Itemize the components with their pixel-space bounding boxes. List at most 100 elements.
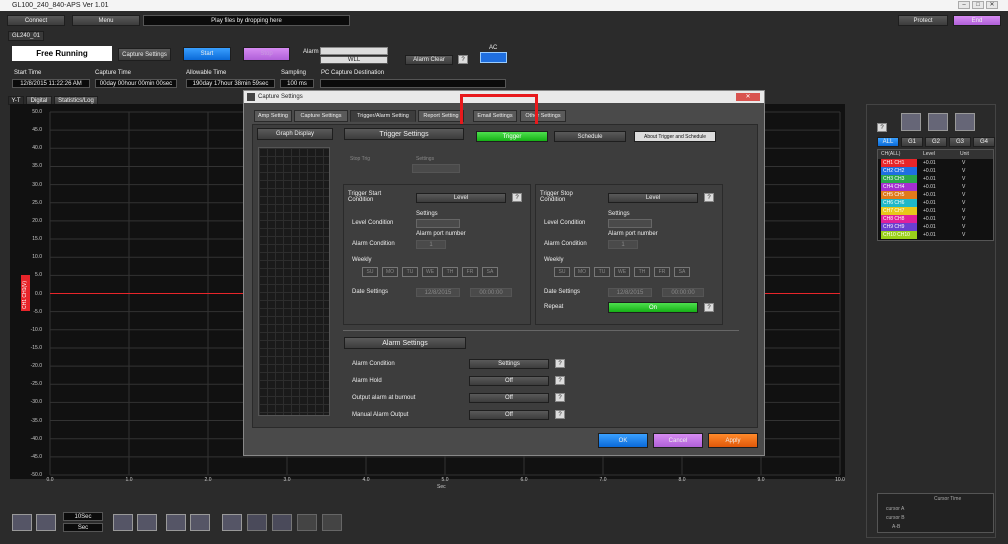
group-view1-icon[interactable] [901, 113, 921, 131]
ok-button[interactable]: OK [598, 433, 648, 448]
start-day-mo[interactable]: MO [382, 267, 398, 277]
cursor-b-icon[interactable] [272, 514, 292, 531]
channel-row[interactable]: CH1 CH1 +0.01 V [878, 159, 993, 167]
stop-day-fr[interactable]: FR [654, 267, 670, 277]
start-alarm-port[interactable]: 1 [416, 240, 446, 249]
group-tab-g1[interactable]: G1 [901, 137, 923, 147]
channel-row[interactable]: CH7 CH7 +0.01 V [878, 207, 993, 215]
protect-button[interactable]: Protect [898, 15, 948, 26]
about-trigger-button[interactable]: About Trigger and Schedule [634, 131, 716, 142]
alarm-row-help-icon[interactable]: ? [555, 376, 565, 385]
y-tick-label: 5.0 [35, 272, 42, 279]
channel-row[interactable]: CH2 CH2 +0.01 V [878, 167, 993, 175]
start-date[interactable]: 12/8/2015 [416, 288, 460, 297]
start-time[interactable]: 00:00:00 [470, 288, 512, 297]
help-icon[interactable]: ? [877, 123, 887, 132]
alarm-row-select[interactable]: Off [469, 376, 549, 386]
alarm-row-select[interactable]: Off [469, 410, 549, 420]
crosshair-icon[interactable] [297, 514, 317, 531]
start-day-we[interactable]: WE [422, 267, 438, 277]
cursor-a-icon[interactable] [247, 514, 267, 531]
cancel-button[interactable]: Cancel [653, 433, 703, 448]
close-window-button[interactable]: ✕ [986, 1, 998, 9]
trigger-button[interactable]: Trigger [476, 131, 548, 142]
pc-dest-value[interactable] [320, 79, 506, 88]
device-tab[interactable]: GL240_01 [8, 31, 44, 41]
cursor-table: Cursor Time cursor A cursor B A-B [877, 493, 994, 533]
minimize-button[interactable]: ‒ [958, 1, 970, 9]
tab-trigger-alarm[interactable]: Trigger/Alarm Setting [350, 110, 416, 122]
alarm-row-help-icon[interactable]: ? [555, 393, 565, 402]
group-tab-all[interactable]: ALL [877, 137, 899, 147]
display-icon[interactable] [222, 514, 242, 531]
alarm-row-help-icon[interactable]: ? [555, 410, 565, 419]
shift-left-icon[interactable] [113, 514, 133, 531]
stop-cond-help-icon[interactable]: ? [704, 193, 714, 202]
x-tick-label: 4.0 [362, 477, 370, 483]
tab-amp-setting[interactable]: Amp Setting [254, 110, 292, 122]
scale-up-icon[interactable] [166, 514, 186, 531]
start-level-field[interactable] [416, 219, 460, 228]
group-view3-icon[interactable] [955, 113, 975, 131]
scale-down-icon[interactable] [190, 514, 210, 531]
repeat-toggle[interactable]: On [608, 302, 698, 313]
capture-settings-button[interactable]: Capture Settings [118, 48, 171, 61]
dialog-close-button[interactable]: ✕ [736, 93, 760, 101]
schedule-button[interactable]: Schedule [554, 131, 626, 142]
stop-time[interactable]: 00:00:00 [662, 288, 704, 297]
channel-row[interactable]: CH3 CH3 +0.01 V [878, 175, 993, 183]
group-tab-g3[interactable]: G3 [949, 137, 971, 147]
shift-right-icon[interactable] [137, 514, 157, 531]
channel-row[interactable]: CH8 CH8 +0.01 V [878, 215, 993, 223]
alarm-clear-button[interactable]: Alarm Clear [405, 55, 453, 65]
drop-zone[interactable]: Play files by dropping here [143, 15, 350, 26]
start-cond-help-icon[interactable]: ? [512, 193, 522, 202]
channel-row[interactable]: CH5 CH5 +0.01 V [878, 191, 993, 199]
channel-row[interactable]: CH6 CH6 +0.01 V [878, 199, 993, 207]
menu-button[interactable]: Menu [72, 15, 140, 26]
apply-button[interactable]: Apply [708, 433, 758, 448]
marker-icon[interactable] [322, 514, 342, 531]
alarm-row-help-icon[interactable]: ? [555, 359, 565, 368]
y-tick-label: 15.0 [32, 236, 42, 243]
start-day-su[interactable]: SU [362, 267, 378, 277]
channel-row[interactable]: CH10 CH10 +0.01 V [878, 231, 993, 239]
tab-report-setting[interactable]: Report Setting [418, 110, 464, 122]
group-tab-g4[interactable]: G4 [973, 137, 995, 147]
start-day-sa[interactable]: SA [482, 267, 498, 277]
alarm-row-select[interactable]: Settings [469, 359, 549, 369]
connect-button[interactable]: Connect [7, 15, 65, 26]
start-button[interactable]: Start [183, 47, 231, 61]
pc-dest-label: PC Capture Destination [321, 70, 385, 76]
start-cond-select[interactable]: Level [416, 193, 506, 203]
group-tab-g2[interactable]: G2 [925, 137, 947, 147]
start-settings-label: Settings [416, 211, 438, 217]
stop-day-tu[interactable]: TU [594, 267, 610, 277]
stop-alarm-port[interactable]: 1 [608, 240, 638, 249]
zoom-in-icon[interactable] [12, 514, 32, 531]
stop-day-mo[interactable]: MO [574, 267, 590, 277]
channel-row[interactable]: CH4 CH4 +0.01 V [878, 183, 993, 191]
stop-day-we[interactable]: WE [614, 267, 630, 277]
repeat-help-icon[interactable]: ? [704, 303, 714, 312]
end-button[interactable]: End [953, 15, 1001, 26]
stop-level-field[interactable] [608, 219, 652, 228]
zoom-out-icon[interactable] [36, 514, 56, 531]
start-day-th[interactable]: TH [442, 267, 458, 277]
time-unit-value[interactable]: Sec [63, 523, 103, 532]
group-view2-icon[interactable] [928, 113, 948, 131]
alarm-row-select[interactable]: Off [469, 393, 549, 403]
maximize-button[interactable]: □ [972, 1, 984, 9]
stop-day-sa[interactable]: SA [674, 267, 690, 277]
start-day-tu[interactable]: TU [402, 267, 418, 277]
stop-date[interactable]: 12/8/2015 [608, 288, 652, 297]
stop-button[interactable]: Stop [243, 47, 290, 61]
stop-day-th[interactable]: TH [634, 267, 650, 277]
alarm-clear-help-icon[interactable]: ? [458, 55, 468, 64]
stop-cond-select[interactable]: Level [608, 193, 698, 203]
start-day-fr[interactable]: FR [462, 267, 478, 277]
stop-day-su[interactable]: SU [554, 267, 570, 277]
time-div-value[interactable]: 10Sec [63, 512, 103, 521]
channel-row[interactable]: CH9 CH9 +0.01 V [878, 223, 993, 231]
tab-capture-settings[interactable]: Capture Settings [294, 110, 348, 122]
